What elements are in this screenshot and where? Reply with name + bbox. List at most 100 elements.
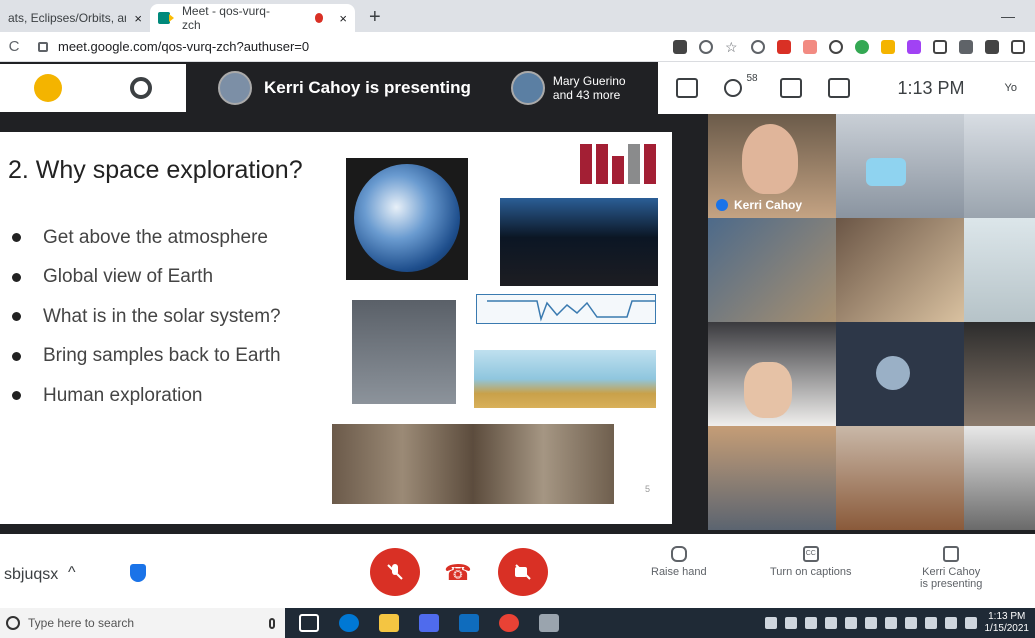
star-icon[interactable]: ☆ — [725, 40, 739, 54]
bullet-text: Bring samples back to Earth — [43, 345, 281, 367]
video-tile[interactable] — [836, 426, 964, 530]
hand-extension-icon[interactable] — [881, 39, 895, 54]
extension-icon[interactable] — [803, 39, 817, 54]
layout-grid-icon[interactable] — [675, 78, 698, 98]
cloud-icon[interactable] — [824, 617, 837, 629]
wifi-icon[interactable] — [944, 617, 957, 629]
meeting-clock: 1:13 PM — [897, 77, 965, 98]
volume-icon[interactable] — [964, 617, 977, 629]
video-tile-avatar[interactable] — [836, 322, 964, 426]
battery-icon[interactable] — [924, 617, 937, 629]
new-tab-button[interactable]: + — [369, 4, 381, 32]
bullet-icon — [12, 312, 21, 322]
gmail-extension-icon[interactable] — [777, 39, 791, 54]
earth-image — [346, 158, 468, 280]
raised-hand-icon[interactable] — [34, 74, 62, 102]
minimize-button[interactable]: — — [1001, 8, 1015, 24]
people-icon[interactable]: 58 — [723, 73, 758, 97]
extension-icon[interactable] — [829, 39, 843, 54]
tray-icon[interactable] — [844, 617, 857, 629]
avatar — [876, 356, 910, 390]
browser-tab-eclipses[interactable]: ats, Eclipses/Orbits, and Sc × — [0, 4, 150, 32]
heart-extension-icon[interactable] — [907, 39, 921, 54]
spectrum-graph-drawing — [487, 300, 655, 322]
captions-label: Turn on captions — [770, 566, 852, 578]
space-probe-image — [352, 300, 456, 404]
video-tile[interactable] — [836, 218, 964, 322]
gear-icon[interactable] — [130, 77, 152, 99]
video-tile-speaker[interactable]: Kerri Cahoy — [708, 114, 836, 218]
mars-panorama-image — [332, 424, 614, 504]
tray-icon[interactable] — [784, 617, 797, 629]
grammarly-icon[interactable] — [855, 39, 869, 54]
raise-hand-label: Raise hand — [651, 566, 707, 578]
video-tile[interactable] — [964, 218, 1035, 322]
capsule-over-earth-image — [500, 198, 658, 286]
close-icon[interactable]: × — [339, 11, 347, 26]
speaker-name-tag: Kerri Cahoy — [716, 198, 802, 212]
meeting-stage: 2. Why space exploration? Get above the … — [0, 114, 1035, 534]
participants-summary[interactable]: Mary Guerino and 43 more — [510, 71, 626, 105]
avatar — [510, 71, 545, 105]
video-tile[interactable] — [708, 426, 836, 530]
presenter-status: is presenting — [920, 578, 983, 590]
app-icon[interactable] — [539, 614, 559, 632]
presentation-slide: 2. Why space exploration? Get above the … — [0, 132, 672, 524]
grid-icon[interactable] — [933, 39, 947, 54]
mail-icon[interactable] — [459, 614, 479, 632]
taskbar-search[interactable]: Type here to search — [0, 608, 285, 638]
lock-icon[interactable] — [38, 41, 48, 52]
reload-button[interactable]: C — [0, 38, 28, 55]
camera-icon[interactable] — [673, 39, 687, 54]
puzzle-icon[interactable] — [985, 39, 999, 54]
search-icon — [6, 616, 20, 630]
video-tile[interactable] — [964, 114, 1035, 218]
captions-button[interactable]: CC Turn on captions — [770, 546, 852, 578]
hang-up-button[interactable]: ☎ — [440, 560, 476, 585]
mic-off-icon — [387, 564, 403, 580]
raise-hand-button[interactable]: Raise hand — [651, 546, 707, 578]
camera-off-button[interactable] — [498, 548, 548, 596]
microphone-off-button[interactable] — [370, 548, 420, 596]
store-icon[interactable] — [419, 614, 439, 632]
chat-icon[interactable] — [779, 78, 802, 98]
activities-icon[interactable] — [827, 78, 850, 98]
info-icon[interactable] — [751, 39, 765, 54]
shield-icon[interactable] — [130, 564, 146, 582]
meet-favicon-icon — [158, 12, 174, 24]
cast-icon[interactable] — [1011, 39, 1025, 54]
system-tray: 1:13 PM 1/15/2021 — [764, 611, 1035, 635]
tab-title: ats, Eclipses/Orbits, and Sc — [8, 11, 126, 25]
speaker-icon[interactable] — [959, 39, 973, 54]
meeting-code[interactable]: sbjuqsx — [4, 566, 58, 584]
close-icon[interactable]: × — [134, 11, 142, 26]
chrome-icon[interactable] — [499, 614, 519, 632]
edge-icon[interactable] — [339, 614, 359, 632]
taskbar-clock[interactable]: 1:13 PM 1/15/2021 — [985, 611, 1030, 635]
present-icon — [943, 546, 960, 562]
file-explorer-icon[interactable] — [379, 614, 399, 632]
video-tile[interactable] — [708, 322, 836, 426]
browser-tab-meet[interactable]: Meet - qos-vurq-zch × — [150, 4, 355, 32]
video-tile[interactable] — [964, 322, 1035, 426]
presenter-label: Kerri Cahoy — [922, 566, 981, 578]
face-mask — [866, 158, 906, 186]
video-tile[interactable] — [836, 114, 964, 218]
hand-icon — [670, 546, 687, 562]
tray-icon[interactable] — [884, 617, 897, 629]
camera-off-icon — [515, 564, 531, 580]
task-view-icon[interactable] — [299, 614, 319, 632]
microphone-icon[interactable] — [269, 617, 275, 629]
presentation-button[interactable]: Kerri Cahoy is presenting — [920, 546, 982, 590]
url-field[interactable]: meet.google.com/qos-vurq-zch?authuser=0 — [58, 39, 309, 54]
recording-dot-icon — [314, 13, 324, 23]
people-icon[interactable] — [764, 617, 777, 629]
video-tile[interactable] — [964, 426, 1035, 530]
tray-icon[interactable] — [864, 617, 877, 629]
tray-icon[interactable] — [804, 617, 817, 629]
participant-face — [744, 362, 792, 418]
chevron-up-icon[interactable]: ^ — [68, 564, 76, 582]
video-tile[interactable] — [708, 218, 836, 322]
tray-icon[interactable] — [904, 617, 917, 629]
zoom-icon[interactable] — [699, 39, 713, 54]
